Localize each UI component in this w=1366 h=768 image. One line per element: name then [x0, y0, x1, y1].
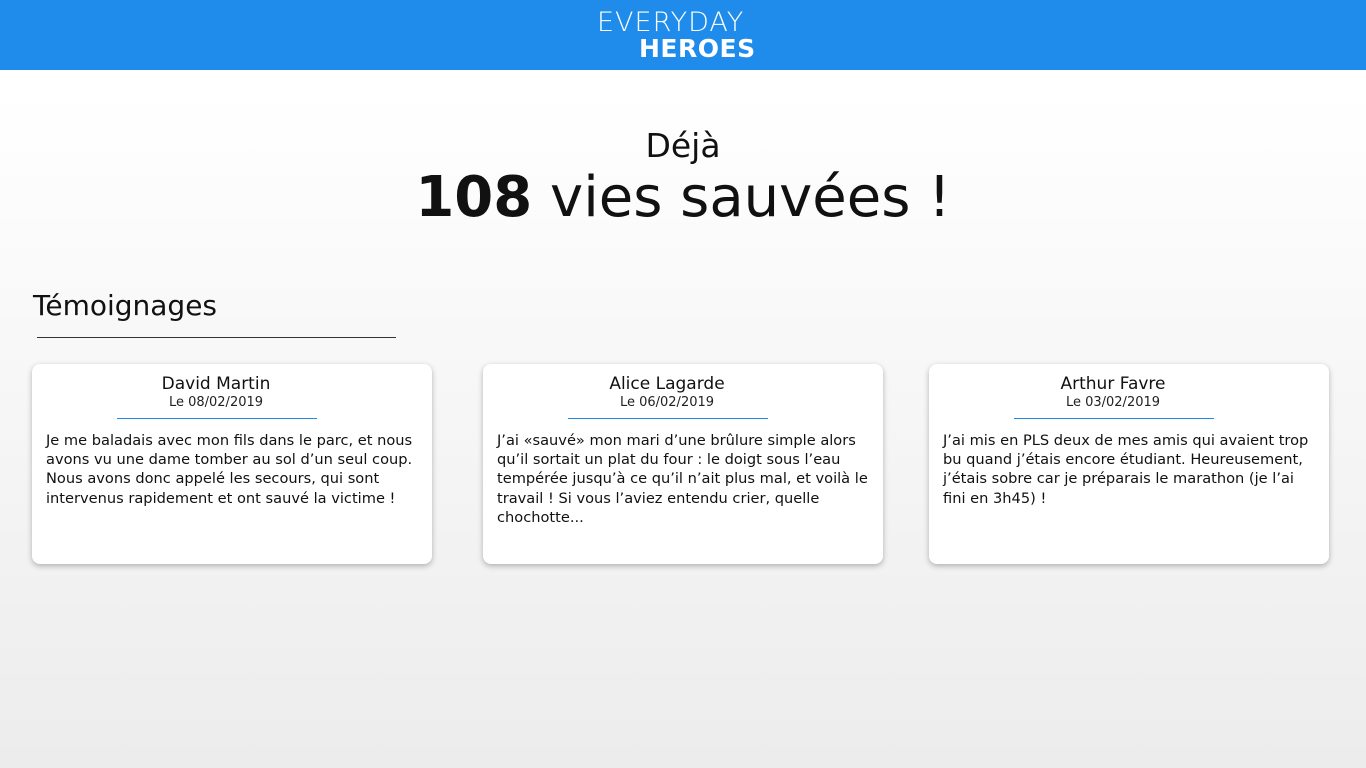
testimonial-card: Arthur Favre Le 03/02/2019 J’ai mis en P…: [929, 364, 1329, 564]
logo[interactable]: EVERYDAY HEROES: [597, 8, 769, 64]
testimonial-text: J’ai «sauvé» mon mari d’une brûlure simp…: [497, 432, 868, 526]
testimonial-divider: [1014, 418, 1214, 419]
lives-saved-banner: Déjà 108 vies sauvées !: [0, 124, 1366, 230]
testimonial-divider: [117, 418, 317, 419]
testimonials-title: Témoignages: [33, 289, 218, 322]
testimonial-author: Arthur Favre: [1060, 374, 1166, 394]
testimonial-card: David Martin Le 08/02/2019 Je me baladai…: [32, 364, 432, 564]
testimonial-date: Le 08/02/2019: [168, 395, 264, 410]
testimonial-author: David Martin: [161, 374, 271, 394]
testimonial-text: Je me baladais avec mon fils dans le par…: [46, 432, 413, 507]
testimonial-text: J’ai mis en PLS deux de mes amis qui ava…: [943, 432, 1309, 507]
lives-saved-headline: 108 vies sauvées !: [0, 166, 1366, 230]
lives-saved-prefix: Déjà: [645, 126, 721, 165]
lives-saved-suffix: vies sauvées !: [532, 165, 951, 230]
header-bar: EVERYDAY HEROES: [0, 0, 1366, 70]
testimonials-divider: [37, 337, 396, 338]
lives-saved-count: 108: [415, 165, 533, 230]
testimonial-divider: [568, 418, 768, 419]
testimonial-date: Le 06/02/2019: [619, 395, 715, 410]
testimonial-author: Alice Lagarde: [609, 374, 725, 394]
testimonial-card: Alice Lagarde Le 06/02/2019 J’ai «sauvé»…: [483, 364, 883, 564]
testimonial-date: Le 03/02/2019: [1065, 395, 1161, 410]
logo-line-2: HEROES: [639, 34, 756, 63]
